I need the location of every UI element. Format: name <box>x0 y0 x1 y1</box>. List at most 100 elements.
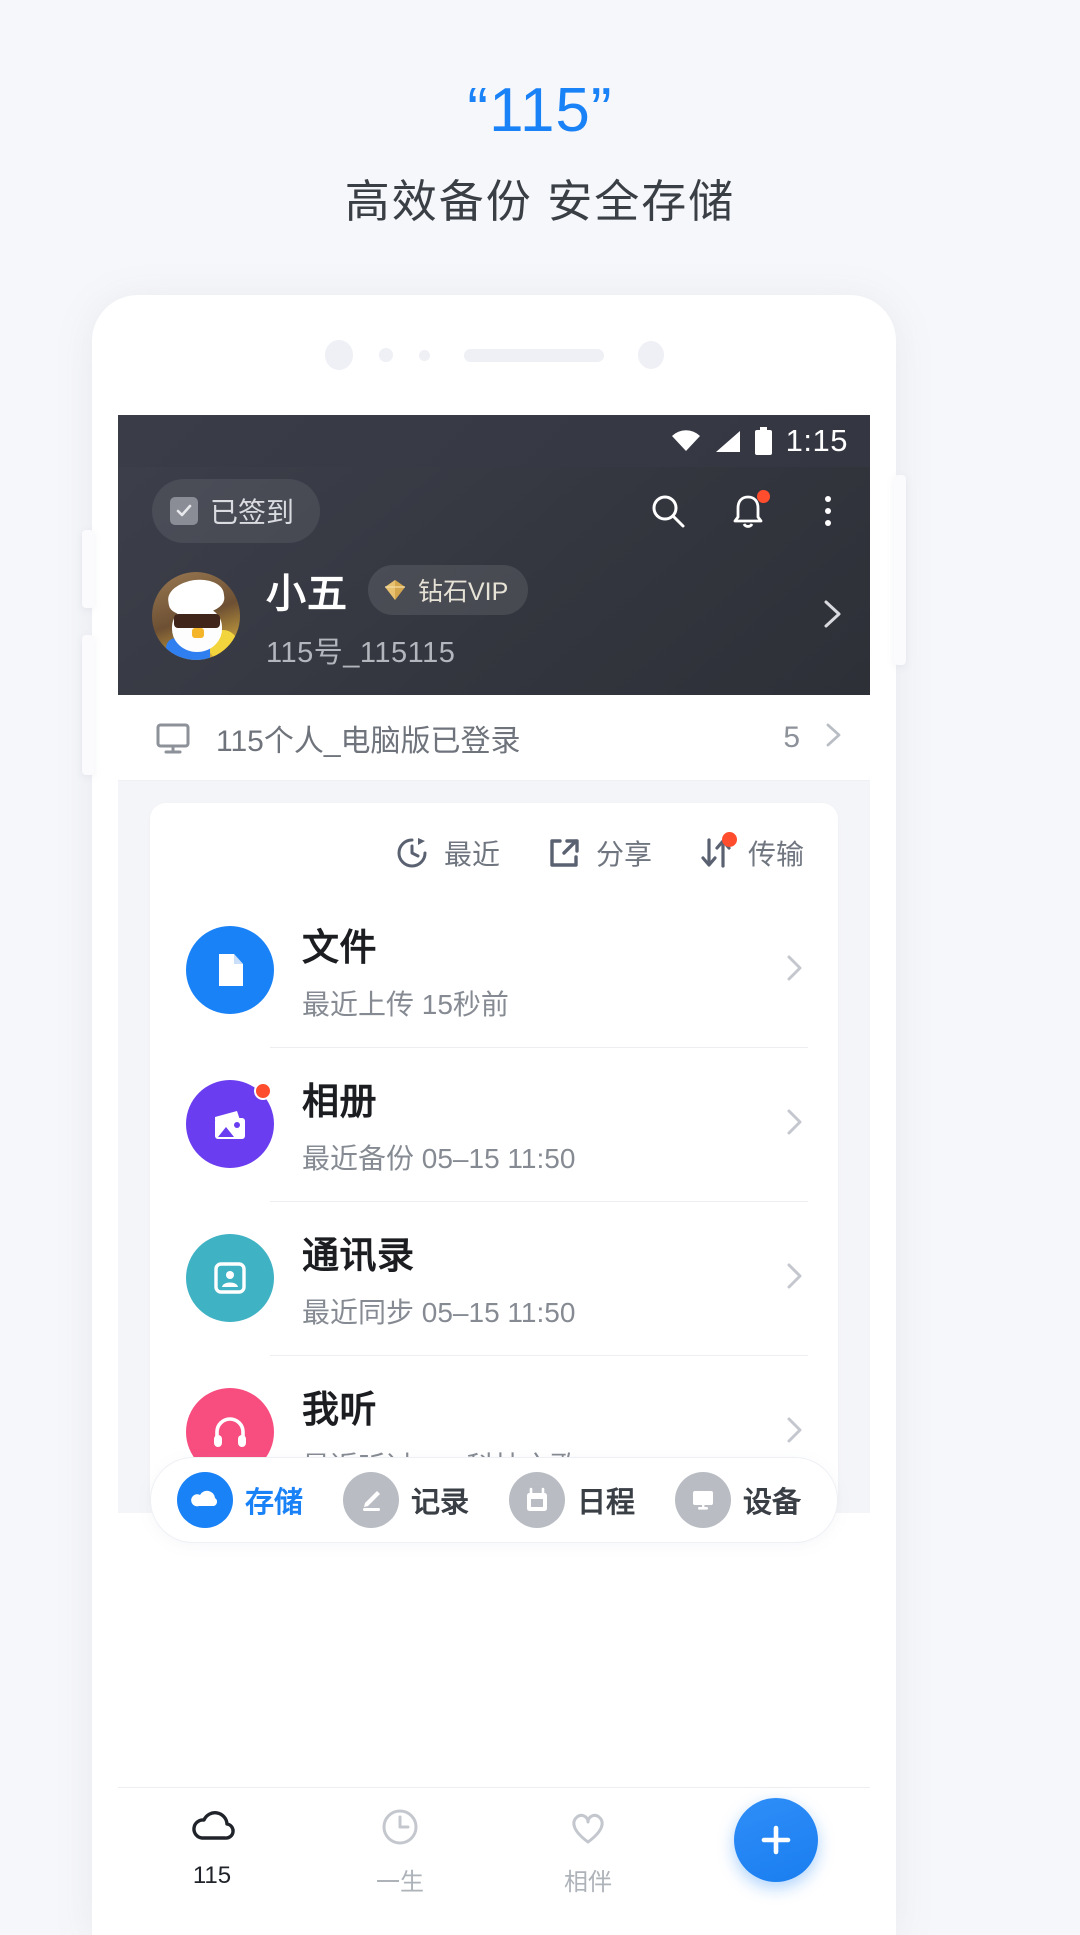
avatar-hat <box>165 576 227 618</box>
clock-outline-icon <box>375 1802 425 1852</box>
nav-label: 115 <box>192 1862 232 1889</box>
cloud-icon <box>177 1472 233 1528</box>
tab-schedule[interactable]: 日程 <box>499 1472 655 1528</box>
chevron-right-icon[interactable] <box>778 953 808 988</box>
heart-outline-icon <box>563 1802 613 1852</box>
page-title: “115” <box>467 76 613 145</box>
file-icon <box>186 926 274 1014</box>
nav-add[interactable] <box>682 1798 870 1882</box>
entry-subtitle: 最近同步 05–15 11:50 <box>302 1297 576 1328</box>
camera-sensor <box>324 340 353 370</box>
search-icon[interactable] <box>648 491 688 531</box>
entry-body: 通讯录 最近同步 05–15 11:50 <box>302 1225 575 1331</box>
light-sensor <box>418 349 430 361</box>
tab-devices[interactable]: 设备 <box>665 1472 821 1528</box>
diamond-icon <box>385 580 405 600</box>
entry-title: 相册 <box>302 1081 377 1122</box>
overflow-menu-icon[interactable] <box>808 491 848 531</box>
phone-side-button <box>82 530 94 608</box>
entry-title: 文件 <box>302 927 377 968</box>
vip-label: 钻石VIP <box>418 578 509 606</box>
pc-login-count: 5 <box>783 720 800 754</box>
entry-title: 我听 <box>302 1389 377 1430</box>
profile-row[interactable]: 小五 钻石VIP 115号_115115 <box>118 555 870 671</box>
entry-body: 文件 最近上传 15秒前 <box>302 917 509 1023</box>
signal-icon <box>714 430 741 453</box>
status-time: 1:15 <box>785 423 848 458</box>
page-subtitle: 高效备份 安全存储 <box>344 176 736 228</box>
promo-header: “115” 高效备份 安全存储 <box>0 0 1080 230</box>
share-external-icon <box>546 835 582 871</box>
quick-action-label: 传输 <box>747 839 804 870</box>
nav-115[interactable]: 115 <box>118 1802 306 1890</box>
nav-label: 一生 <box>376 1869 424 1896</box>
cloud-outline-icon <box>187 1802 237 1852</box>
entry-badge <box>254 1082 272 1100</box>
entry-subtitle: 最近备份 05–15 11:50 <box>302 1143 576 1174</box>
avatar-sunglasses <box>174 614 220 628</box>
bottom-navigation: 115 一生 相伴 <box>118 1787 870 1935</box>
quick-actions: 最近 分享 传输 <box>150 803 838 893</box>
proximity-sensor <box>378 348 393 362</box>
chevron-right-icon[interactable] <box>818 721 846 754</box>
battery-icon <box>754 427 773 455</box>
front-camera <box>637 341 664 369</box>
checkin-label: 已签到 <box>210 497 295 528</box>
transfer-badge <box>721 832 737 847</box>
quick-action-transfer[interactable]: 传输 <box>698 832 804 873</box>
chevron-right-icon[interactable] <box>778 1261 808 1296</box>
entry-body: 相册 最近备份 05–15 11:50 <box>302 1071 575 1177</box>
history-clock-icon <box>394 835 430 871</box>
notification-badge <box>757 490 770 503</box>
tab-label: 设备 <box>743 1487 802 1519</box>
segment-control-wrap: 存储 记录 日程 设备 <box>118 1457 870 1543</box>
pc-login-label: 115个人_电脑版已登录 <box>216 724 521 758</box>
vip-badge[interactable]: 钻石VIP <box>368 565 529 615</box>
pen-note-icon <box>343 1472 399 1528</box>
entry-subtitle: 最近上传 15秒前 <box>302 989 509 1020</box>
entry-title: 通讯录 <box>302 1235 415 1276</box>
phone-bezel <box>92 295 896 415</box>
device-monitor-icon <box>675 1472 731 1528</box>
content-area: 最近 分享 传输 文件 最近上传 15秒前 相册 最近备份 05–15 11:5… <box>118 781 870 1513</box>
chevron-right-icon[interactable] <box>778 1107 808 1142</box>
nav-label: 相伴 <box>564 1869 612 1896</box>
toolbar-actions <box>648 490 848 531</box>
contacts-icon <box>186 1234 274 1322</box>
tab-label: 存储 <box>245 1487 304 1519</box>
entry-contacts[interactable]: 通讯录 最近同步 05–15 11:50 <box>150 1201 838 1355</box>
phone-screen: 1:15 已签到 小五 钻石VIP 115号_115115 115个人_电脑版已… <box>118 415 870 1935</box>
profile-info: 小五 钻石VIP 115号_115115 <box>266 561 529 671</box>
checkbox-checked-icon <box>170 497 198 525</box>
segment-control: 存储 记录 日程 设备 <box>150 1457 838 1543</box>
tab-records[interactable]: 记录 <box>333 1472 489 1528</box>
avatar[interactable] <box>152 572 240 660</box>
tab-storage[interactable]: 存储 <box>167 1472 323 1528</box>
entry-album[interactable]: 相册 最近备份 05–15 11:50 <box>150 1047 838 1201</box>
user-name: 小五 <box>266 572 348 616</box>
status-bar: 1:15 <box>118 415 870 467</box>
pc-login-row[interactable]: 115个人_电脑版已登录 5 <box>118 695 870 781</box>
profile-name-row: 小五 钻石VIP <box>266 561 529 619</box>
avatar-beak <box>192 628 204 638</box>
calendar-icon <box>509 1472 565 1528</box>
entry-files[interactable]: 文件 最近上传 15秒前 <box>150 893 838 1047</box>
tab-label: 日程 <box>577 1487 636 1519</box>
quick-action-share[interactable]: 分享 <box>546 833 652 873</box>
checkin-button[interactable]: 已签到 <box>152 479 321 543</box>
chevron-right-icon[interactable] <box>778 1415 808 1450</box>
phone-power-button <box>894 475 906 665</box>
photo-album-icon <box>186 1080 274 1168</box>
plus-icon[interactable] <box>734 1798 818 1882</box>
phone-mockup: 1:15 已签到 小五 钻石VIP 115号_115115 115个人_电脑版已… <box>82 295 906 1935</box>
chevron-right-icon[interactable] <box>814 597 848 636</box>
account-header: 已签到 小五 钻石VIP 115号_115115 <box>118 467 870 695</box>
quick-action-recent[interactable]: 最近 <box>394 833 500 873</box>
tab-label: 记录 <box>411 1487 470 1519</box>
nav-companion[interactable]: 相伴 <box>494 1802 682 1897</box>
quick-action-label: 分享 <box>595 839 652 870</box>
nav-life[interactable]: 一生 <box>306 1802 494 1897</box>
monitor-icon <box>154 719 192 757</box>
bell-icon[interactable] <box>728 490 770 531</box>
earpiece-speaker <box>463 348 604 362</box>
